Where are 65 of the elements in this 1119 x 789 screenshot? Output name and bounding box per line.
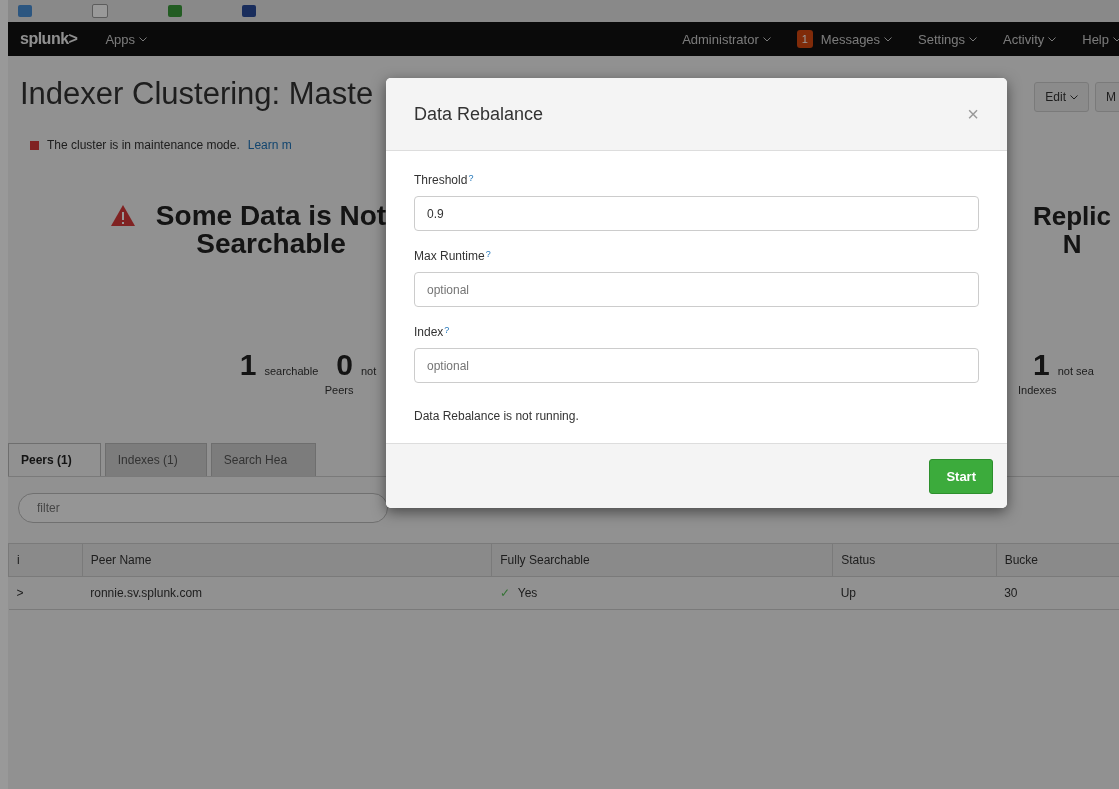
help-link[interactable]: ? [468,173,474,187]
field-label: Index [414,325,444,339]
bookmark-icon[interactable] [18,5,32,17]
status-heading: Replic [1033,202,1112,230]
action-button[interactable]: M [1095,82,1119,112]
stat-number: 1 [1033,348,1050,382]
caret-icon [969,36,978,42]
nav-menu[interactable]: Administrator [682,30,771,48]
help-link[interactable]: ? [485,249,491,263]
stat-number: 0 [336,348,353,382]
caret-icon [1113,36,1119,42]
page-title: Indexer Clustering: Maste [20,76,374,112]
column-header[interactable]: Bucke [996,543,1119,577]
column-header[interactable]: Fully Searchable [491,543,833,577]
close-button[interactable]: × [967,102,979,126]
table-cell: ronnie.sv.splunk.com [82,576,492,610]
help-link[interactable]: ? [444,325,450,339]
error-icon [30,140,39,150]
column-header[interactable]: Status [832,543,997,577]
caret-icon [884,36,893,42]
stat-label: searchable [264,365,319,377]
count-badge: 1 [796,30,813,48]
caret-icon [1070,94,1078,100]
bookmark-icon[interactable] [242,5,256,17]
action-button[interactable]: Edit [1034,82,1089,112]
notice-text: The cluster is in maintenance mode. [47,138,240,152]
nav-menu[interactable]: 1 Messages [796,30,893,48]
filter-field[interactable]: filter [18,493,388,523]
tab[interactable]: Peers (1) [8,443,101,476]
input-field[interactable]: optional [414,272,979,307]
stat-number: 1 [239,348,257,382]
status-heading: N [1062,230,1082,258]
dialog-title: Data Rebalance [414,103,544,125]
stat-caption: Indexes [1018,384,1058,396]
bookmark-icon[interactable] [168,5,182,17]
tab[interactable]: Indexes (1) [104,443,207,476]
apps-menu[interactable]: Apps [105,31,148,47]
table-cell: Yes [517,586,538,600]
column-header[interactable]: i [8,543,83,577]
caret-icon [1048,36,1057,42]
logo[interactable]: splunk> [20,30,78,48]
nav-menu[interactable]: Activity [1003,30,1057,48]
start-button[interactable]: Start [929,458,993,494]
status-heading: Searchable [195,230,347,258]
table-cell: 30 [996,576,1119,610]
caret-icon [139,36,148,42]
field-label: Threshold [414,173,468,187]
nav-menu[interactable]: Help [1082,30,1119,48]
input-field[interactable]: optional [414,348,979,383]
status-heading: Some Data is Not [155,202,387,230]
bookmark-icon[interactable] [92,4,108,18]
expand-toggle[interactable]: > [8,576,83,610]
field-label: Max Runtime [414,249,485,263]
check-icon: ✓ [499,586,510,600]
stat-caption: Peers [324,384,355,396]
input-field[interactable]: 0.9 [414,196,979,231]
stat-label: not [360,365,377,377]
table-cell: Up [832,576,997,610]
learn-more-link[interactable]: Learn m [247,138,292,152]
nav-menu[interactable]: Settings [918,30,978,48]
column-header[interactable]: Peer Name [82,543,492,577]
status-text: Data Rebalance is not running. [414,409,580,423]
tab[interactable]: Search Hea [210,443,317,476]
stat-label: not sea [1057,365,1094,377]
caret-icon [762,36,771,42]
